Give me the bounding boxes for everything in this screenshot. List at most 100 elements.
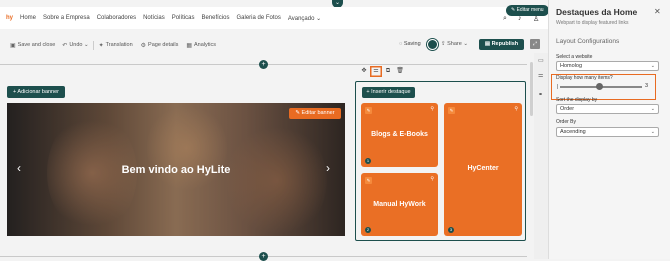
plus-icon: + bbox=[12, 89, 17, 95]
share-icon: ⇪ bbox=[441, 41, 446, 47]
chevron-down-icon: ⌄ bbox=[650, 63, 655, 69]
feature-card-title: Blogs & E-Books bbox=[371, 131, 428, 138]
panel-title: Destaques da Home bbox=[556, 7, 638, 17]
close-icon[interactable]: ✕ bbox=[654, 7, 661, 16]
edit-icon: ✎ bbox=[295, 110, 301, 116]
chevron-down-icon: ⌄ bbox=[650, 106, 655, 112]
slider-handle[interactable] bbox=[596, 83, 603, 90]
republish-label: Republish bbox=[491, 41, 519, 47]
edit-banner-label: Editar banner bbox=[301, 110, 335, 116]
feature-card-title: HyCenter bbox=[467, 165, 499, 172]
nav-item-colaboradores[interactable]: Colaboradores bbox=[97, 15, 136, 21]
page-details-label: Page details bbox=[148, 42, 179, 48]
settings-sliders-icon[interactable]: ⚌ bbox=[370, 66, 382, 77]
analytics-label: Analytics bbox=[194, 42, 217, 48]
order-badge: 1 bbox=[365, 158, 371, 164]
share-label: Share bbox=[447, 41, 462, 47]
edit-icon[interactable]: ✎ bbox=[448, 107, 455, 114]
section-heading: Layout Configurations bbox=[556, 38, 620, 45]
insert-feature-label: Inserir destaque bbox=[371, 89, 411, 95]
panel-subtitle: Webpart to display featured links bbox=[556, 20, 629, 26]
toolbar-divider bbox=[92, 40, 94, 50]
slider-min-mark: | bbox=[557, 84, 559, 90]
translation-button[interactable]: ✦ Translation bbox=[99, 42, 133, 49]
order-by-select-value: Ascending bbox=[560, 129, 586, 135]
order-by-label: Order By bbox=[556, 119, 577, 125]
edit-banner-button[interactable]: ✎ Editar banner bbox=[289, 108, 341, 119]
edit-icon: ✎ bbox=[511, 7, 516, 13]
page-details-button[interactable]: ⚙ Page details bbox=[141, 42, 179, 49]
pin-icon: ⚲ bbox=[430, 106, 434, 112]
trash-icon[interactable]: 🗑 bbox=[394, 66, 406, 77]
share-button[interactable]: ⇪ Share ⌄ bbox=[441, 41, 468, 47]
undo-button[interactable]: ↶ Undo ⌄ bbox=[62, 42, 88, 49]
feature-card[interactable]: ✎ ⚲ Blogs & E-Books 1 bbox=[361, 103, 438, 167]
insert-feature-button[interactable]: + Inserir destaque bbox=[362, 87, 415, 98]
chevron-left-icon[interactable]: ‹ bbox=[17, 161, 21, 175]
add-section-button[interactable]: + bbox=[259, 252, 268, 261]
add-section-button[interactable]: + bbox=[259, 60, 268, 69]
gear-icon: ⚙ bbox=[140, 42, 147, 49]
translate-icon: ✦ bbox=[98, 42, 104, 49]
sort-select[interactable]: Order ⌄ bbox=[556, 104, 659, 114]
save-close-button[interactable]: ▣ Save and close bbox=[10, 42, 55, 49]
nav-item-politicas[interactable]: Políticas bbox=[172, 15, 195, 21]
nav-item-home[interactable]: Home bbox=[20, 15, 36, 21]
settings-sliders-icon[interactable]: ⚌ bbox=[538, 72, 543, 79]
website-label: Select a website bbox=[556, 54, 593, 60]
edit-icon[interactable]: ✎ bbox=[365, 177, 372, 184]
logo: hy bbox=[6, 15, 14, 21]
items-count-value: 3 bbox=[645, 83, 649, 89]
section-toolbar: ✥ ⚌ ⧉ 🗑 bbox=[358, 66, 406, 77]
chevron-down-icon: ⌄ bbox=[316, 15, 322, 22]
layers-icon[interactable]: ▭ bbox=[538, 57, 544, 64]
chevron-down-icon: ⌄ bbox=[463, 41, 468, 47]
move-icon[interactable]: ✥ bbox=[358, 66, 370, 77]
website-select[interactable]: Homolog ⌄ bbox=[556, 61, 659, 71]
undo-icon: ↶ bbox=[62, 42, 68, 49]
items-count-label: Display how many items? bbox=[556, 75, 613, 81]
feature-card-title: Manual HyWork bbox=[373, 201, 426, 208]
republish-button[interactable]: ▤ Republish bbox=[479, 39, 524, 50]
save-icon: ▣ bbox=[10, 42, 16, 49]
collapse-panel-button[interactable]: ⤢ bbox=[530, 39, 540, 49]
add-banner-label: Adicionar banner bbox=[17, 89, 60, 95]
user-icon[interactable]: ♙ bbox=[533, 15, 539, 23]
pin-icon: ⚲ bbox=[430, 176, 434, 182]
nav-item-beneficios[interactable]: Benefícios bbox=[201, 15, 229, 21]
chevron-down-icon: ⌄ bbox=[650, 129, 655, 135]
banner-title: Bem vindo ao HyLite bbox=[121, 164, 231, 176]
spinner-icon: ◌ bbox=[399, 41, 403, 47]
order-by-select[interactable]: Ascending ⌄ bbox=[556, 127, 659, 137]
edit-icon[interactable]: ✎ bbox=[365, 107, 372, 114]
scrollbar[interactable] bbox=[530, 62, 533, 116]
order-badge: 2 bbox=[365, 227, 371, 233]
search-icon[interactable]: ⌕ bbox=[503, 15, 507, 23]
edit-menu-label: Editar menu bbox=[516, 7, 544, 13]
link-icon[interactable]: ⚭ bbox=[538, 91, 543, 98]
publish-icon: ▤ bbox=[484, 41, 491, 47]
sort-label: Sort the display by bbox=[556, 97, 598, 103]
saving-status: ◌ Saving bbox=[399, 41, 421, 47]
duplicate-icon[interactable]: ⧉ bbox=[382, 66, 394, 77]
chart-icon: ▦ bbox=[186, 42, 192, 49]
avatar[interactable] bbox=[427, 39, 438, 50]
chevron-down-icon: ⌄ bbox=[84, 42, 89, 48]
undo-label: Undo bbox=[69, 42, 83, 48]
nav-item-galeria[interactable]: Galeria de Fotos bbox=[236, 15, 280, 21]
website-select-value: Homolog bbox=[560, 63, 583, 69]
chevron-right-icon[interactable]: › bbox=[326, 161, 330, 175]
bell-icon[interactable]: ♪ bbox=[518, 15, 522, 22]
order-badge: 3 bbox=[448, 227, 454, 233]
nav-item-noticias[interactable]: Notícias bbox=[143, 15, 165, 21]
nav-item-avancado[interactable]: Avançado ⌄ bbox=[288, 15, 321, 22]
analytics-button[interactable]: ▦ Analytics bbox=[186, 42, 216, 49]
pin-icon: ⚲ bbox=[514, 106, 518, 112]
saving-label: Saving bbox=[403, 41, 421, 47]
feature-card[interactable]: ✎ ⚲ Manual HyWork 2 bbox=[361, 173, 438, 236]
nav-item-sobre[interactable]: Sobre a Empresa bbox=[43, 15, 90, 21]
edit-menu-button[interactable]: ✎ Editar menu bbox=[506, 5, 549, 16]
add-banner-button[interactable]: + Adicionar banner bbox=[7, 86, 65, 98]
sort-select-value: Order bbox=[560, 106, 575, 112]
feature-card[interactable]: ✎ ⚲ HyCenter 3 bbox=[444, 103, 522, 236]
